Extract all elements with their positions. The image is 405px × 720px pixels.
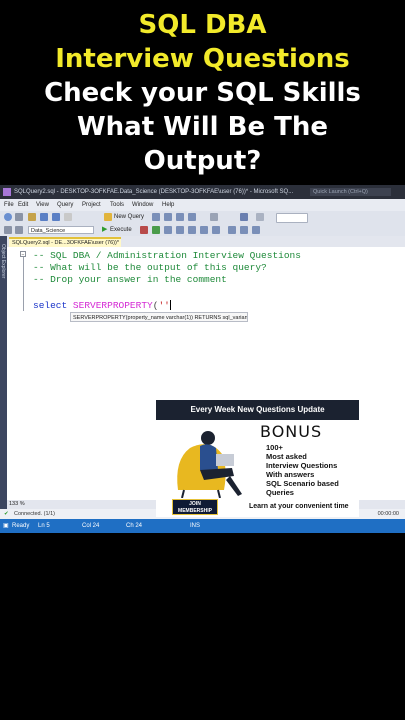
comment-line-1: -- SQL DBA / Administration Interview Qu… bbox=[33, 250, 301, 261]
object-explorer-label: Object Explorer bbox=[0, 244, 6, 279]
query-line: select SERVERPROPERTY('' bbox=[33, 300, 171, 311]
new-query-button[interactable]: New Query bbox=[114, 211, 144, 224]
uncomment-icon[interactable] bbox=[240, 226, 248, 234]
headline-line-4: What Will Be The bbox=[76, 112, 329, 142]
title-bar: SQLQuery2.sql - DESKTOP-3OFKFAE.Data_Sci… bbox=[0, 185, 405, 199]
xmla-query-icon[interactable] bbox=[188, 213, 196, 221]
copy-icon[interactable] bbox=[210, 213, 218, 221]
cut-icon[interactable] bbox=[64, 213, 72, 221]
comment-line-2: -- What will be the output of this query… bbox=[33, 262, 267, 273]
forward-icon[interactable] bbox=[15, 213, 23, 221]
menu-tools[interactable]: Tools bbox=[110, 199, 124, 211]
status-column: Col 24 bbox=[82, 523, 100, 529]
database-select[interactable]: Data_Science bbox=[28, 226, 94, 234]
solution-config-select[interactable] bbox=[276, 213, 308, 223]
intellisense-icon[interactable] bbox=[188, 226, 196, 234]
save-icon[interactable] bbox=[40, 213, 48, 221]
menu-project[interactable]: Project bbox=[82, 199, 101, 211]
connection-status: Connected. (1/1) bbox=[14, 511, 55, 517]
join-label: JOIN bbox=[189, 501, 201, 507]
zoom-level[interactable]: 133 % bbox=[9, 500, 25, 509]
join-membership-button[interactable]: JOIN MEMBERSHIP bbox=[172, 499, 218, 515]
intellisense-tooltip: SERVERPROPERTY(property_name varchar(1))… bbox=[70, 312, 248, 322]
new-query-icon[interactable] bbox=[104, 213, 112, 221]
bonus-item: Queries bbox=[266, 488, 294, 497]
dmx-query-icon[interactable] bbox=[176, 213, 184, 221]
headline-line-1: SQL DBA bbox=[138, 10, 267, 40]
standard-toolbar: New Query bbox=[0, 211, 405, 225]
execute-icon[interactable]: ▶ bbox=[102, 224, 107, 236]
cancel-query-icon[interactable] bbox=[140, 226, 148, 234]
results-to-file-icon[interactable] bbox=[212, 226, 220, 234]
quick-launch-input[interactable]: Quick Launch (Ctrl+Q) bbox=[310, 188, 391, 196]
tab-sqlquery2[interactable]: SQLQuery2.sql - DE...3OFKFAE\user (76))* bbox=[9, 237, 121, 247]
serverproperty-function: SERVERPROPERTY bbox=[72, 300, 153, 311]
results-to-grid-icon[interactable] bbox=[200, 226, 208, 234]
save-all-icon[interactable] bbox=[52, 213, 60, 221]
undo-icon[interactable] bbox=[240, 213, 248, 221]
connected-check-icon: ✔ bbox=[4, 511, 9, 517]
woman-with-laptop-illustration bbox=[177, 431, 242, 498]
menu-view[interactable]: View bbox=[36, 199, 49, 211]
headline-line-2: Interview Questions bbox=[55, 44, 350, 74]
membership-ad: Every Week New Questions Update BONUS 10… bbox=[156, 400, 359, 517]
collapse-toggle-icon[interactable]: − bbox=[20, 251, 26, 258]
bonus-heading: BONUS bbox=[260, 422, 323, 441]
menu-window[interactable]: Window bbox=[132, 199, 153, 211]
bonus-list: 100+ Most asked Interview Questions With… bbox=[266, 443, 339, 497]
comment-line-3: -- Drop your answer in the comment bbox=[33, 274, 227, 285]
status-bar: ▣ Ready Ln 5 Col 24 Ch 24 INS bbox=[0, 519, 405, 533]
ssms-logo-icon bbox=[3, 188, 11, 196]
headline-line-5: Output? bbox=[143, 146, 262, 176]
redo-icon[interactable] bbox=[256, 213, 264, 221]
document-tab-strip: SQLQuery2.sql - DE...3OFKFAE\user (76))* bbox=[7, 236, 405, 247]
status-line: Ln 5 bbox=[38, 523, 50, 529]
menu-help[interactable]: Help bbox=[162, 199, 174, 211]
status-ready: Ready bbox=[12, 523, 30, 529]
connect-icon[interactable] bbox=[4, 226, 12, 234]
menu-file[interactable]: File bbox=[4, 199, 14, 211]
menu-query[interactable]: Query bbox=[57, 199, 73, 211]
status-char: Ch 24 bbox=[126, 523, 143, 529]
bonus-item: Most asked bbox=[266, 452, 307, 461]
text-caret bbox=[169, 300, 171, 311]
indent-icon[interactable] bbox=[252, 226, 260, 234]
status-insert-mode: INS bbox=[190, 523, 201, 529]
object-explorer-strip[interactable]: Object Explorer bbox=[0, 236, 7, 518]
database-engine-query-icon[interactable] bbox=[152, 213, 160, 221]
string-literal: '' bbox=[158, 300, 170, 311]
bonus-item: SQL Scenario based bbox=[266, 479, 339, 488]
menu-bar: File Edit View Query Project Tools Windo… bbox=[0, 199, 405, 211]
open-folder-icon[interactable] bbox=[28, 213, 36, 221]
window-title: SQLQuery2.sql - DESKTOP-3OFKFAE.Data_Sci… bbox=[14, 189, 294, 195]
parse-icon[interactable] bbox=[152, 226, 160, 234]
elapsed-time: 00:00:00 bbox=[377, 511, 399, 517]
bonus-item: With answers bbox=[266, 470, 315, 479]
membership-label: MEMBERSHIP bbox=[178, 508, 212, 514]
display-plan-icon[interactable] bbox=[164, 226, 172, 234]
ad-footer: Learn at your convenient time bbox=[249, 503, 349, 510]
change-connection-icon[interactable] bbox=[15, 226, 23, 234]
status-icon: ▣ bbox=[3, 523, 9, 529]
ad-headline: Every Week New Questions Update bbox=[156, 400, 359, 420]
select-keyword: select bbox=[33, 300, 68, 311]
execute-button[interactable]: Execute bbox=[110, 224, 132, 236]
mdx-query-icon[interactable] bbox=[164, 213, 172, 221]
outline-bar bbox=[23, 251, 24, 311]
headline-line-3: Check your SQL Skills bbox=[44, 78, 361, 108]
bonus-item: Interview Questions bbox=[266, 461, 338, 470]
back-icon[interactable] bbox=[4, 213, 12, 221]
bonus-item: 100+ bbox=[266, 443, 283, 452]
query-options-icon[interactable] bbox=[176, 226, 184, 234]
comment-out-icon[interactable] bbox=[228, 226, 236, 234]
menu-edit[interactable]: Edit bbox=[18, 199, 28, 211]
video-headline: SQL DBA Interview Questions Check your S… bbox=[0, 8, 405, 178]
